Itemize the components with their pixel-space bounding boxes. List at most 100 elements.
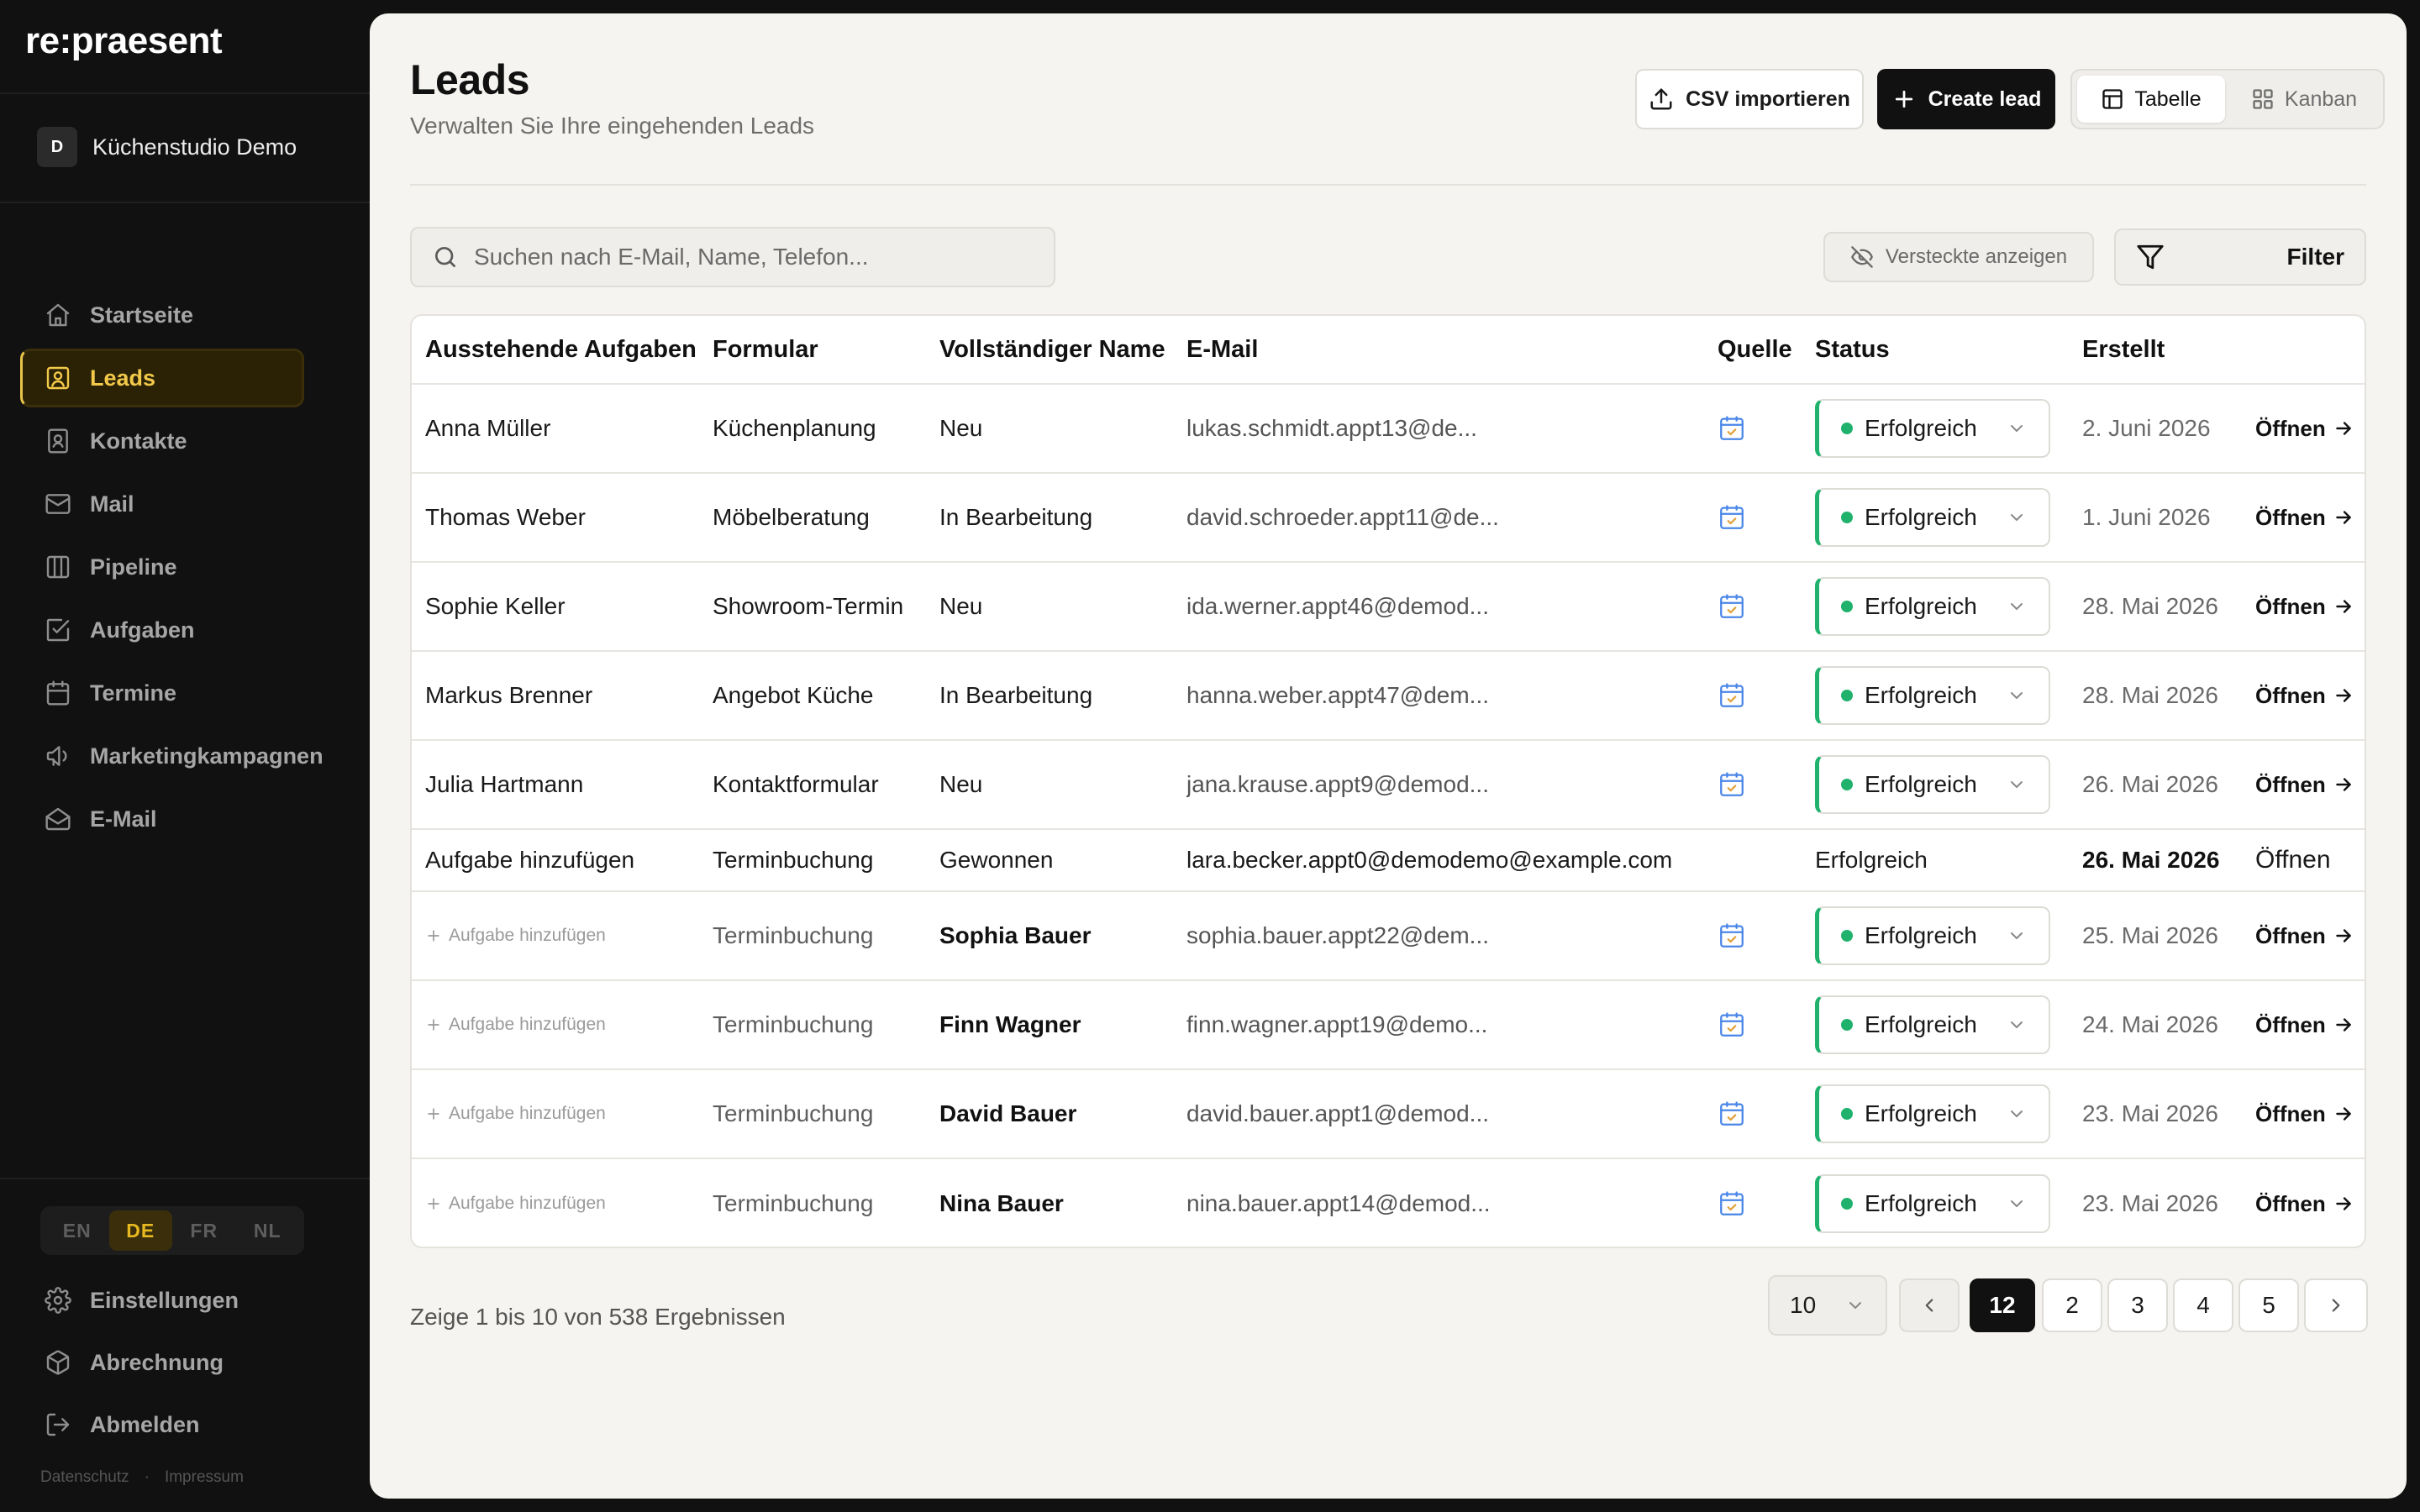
table-row[interactable]: Sophie Keller Showroom-Termin Neu ida.werne… <box>412 563 2365 652</box>
nav-item-leads[interactable]: Leads <box>20 349 304 407</box>
nav-item-startseite[interactable]: Startseite <box>20 286 304 344</box>
legal-links: Datenschutz · Impressum <box>40 1468 244 1487</box>
table-row[interactable]: Thomas Weber Möbelberatung In Bearbeitung d… <box>412 474 2365 563</box>
nav-item-marketingkampagnen[interactable]: Marketingkampagnen <box>20 727 324 785</box>
privacy-link[interactable]: Datenschutz <box>40 1468 129 1487</box>
open-link[interactable]: Öffnen <box>2255 1070 2365 1158</box>
source-cell <box>1718 1159 1802 1247</box>
page-button[interactable]: 5 <box>2238 1278 2299 1332</box>
status-select[interactable]: Erfolgreich <box>1815 995 2050 1054</box>
email-cell: hanna.weber.appt47@dem... <box>1186 682 1490 708</box>
open-link[interactable]: Öffnen <box>2255 474 2365 561</box>
calendar-check-icon <box>1720 1191 1744 1215</box>
plus-icon <box>428 1198 439 1210</box>
column-header[interactable]: Erstellt <box>2082 316 2259 383</box>
form-cell: Küchenplanung <box>713 415 876 441</box>
status-dot <box>1841 779 1853 790</box>
table-row[interactable]: Aufgabe hinzufügen Terminbuchung Finn Wagn… <box>412 981 2365 1070</box>
column-header[interactable]: E-Mail <box>1186 316 1716 383</box>
nav-item-aufgaben[interactable]: Aufgaben <box>20 601 304 659</box>
next-page-button[interactable] <box>2304 1278 2368 1332</box>
lang-option-nl[interactable]: NL <box>236 1210 300 1251</box>
imprint-link[interactable]: Impressum <box>165 1468 244 1487</box>
view-table-button[interactable]: Tabelle <box>2077 76 2225 123</box>
table-row[interactable]: Julia Hartmann Kontaktformular Neu jana.kra… <box>412 741 2365 830</box>
table-row[interactable]: Aufgabe hinzufügen Terminbuchung Sophia Ba… <box>412 892 2365 981</box>
add-task-cell: Aufgabe hinzufügen <box>425 981 711 1068</box>
open-link[interactable]: Öffnen <box>2255 741 2365 828</box>
filter-button[interactable]: Filter <box>2114 228 2366 286</box>
open-link[interactable]: Öffnen <box>2255 892 2365 979</box>
form-cell: Terminbuchung <box>713 1011 874 1037</box>
task-cell[interactable]: Aufgabe hinzufügen <box>425 830 711 890</box>
create-lead-button[interactable]: Create lead <box>1877 69 2055 129</box>
workspace-switcher[interactable]: D Küchenstudio Demo <box>37 124 297 170</box>
nav-item-billing[interactable]: Abrechnung <box>20 1332 304 1393</box>
per-page-select[interactable]: 10 <box>1768 1275 1887 1336</box>
status-select[interactable]: Erfolgreich <box>1815 1084 2050 1143</box>
nav-item-logout[interactable]: Abmelden <box>20 1394 304 1455</box>
nav-item-termine[interactable]: Termine <box>20 664 304 722</box>
open-link[interactable]: Öffnen <box>2255 830 2365 890</box>
table-row[interactable]: Markus Brenner Angebot Küche In Bearbeitun… <box>412 652 2365 741</box>
csv-import-button[interactable]: CSV importieren <box>1635 69 1864 129</box>
lang-option-en[interactable]: EN <box>45 1210 109 1251</box>
nav-label: Einstellungen <box>90 1287 239 1313</box>
page-button[interactable]: 4 <box>2173 1278 2233 1332</box>
column-header[interactable]: Formular <box>713 316 936 383</box>
nav-item-pipeline[interactable]: Pipeline <box>20 538 304 596</box>
column-header[interactable]: Quelle <box>1718 316 1802 383</box>
add-task-button[interactable]: Aufgabe hinzufügen <box>425 1104 606 1124</box>
status-select[interactable]: Erfolgreich <box>1815 399 2050 458</box>
lang-option-de[interactable]: DE <box>108 1210 172 1251</box>
name-cell: Neu <box>939 415 983 441</box>
open-link[interactable]: Öffnen <box>2255 981 2365 1068</box>
column-header[interactable]: Status <box>1815 316 2075 383</box>
column-header[interactable]: Ausstehende Aufgaben <box>425 316 711 383</box>
task-cell: Thomas Weber <box>425 504 586 530</box>
status-dot <box>1841 1019 1853 1031</box>
page-button[interactable]: 2 <box>2042 1278 2102 1332</box>
open-link[interactable]: Öffnen <box>2255 563 2365 650</box>
legal-separator: · <box>144 1468 150 1486</box>
calendar-check-icon <box>1720 594 1744 618</box>
show-hidden-button[interactable]: Versteckte anzeigen <box>1823 232 2094 282</box>
gear-icon <box>45 1287 71 1314</box>
view-kanban-button[interactable]: Kanban <box>2230 76 2378 123</box>
table-row[interactable]: Aufgabe hinzufügen Terminbuchung Nina Baue… <box>412 1159 2365 1247</box>
open-link[interactable]: Öffnen <box>2255 1159 2365 1247</box>
lang-option-fr[interactable]: FR <box>172 1210 236 1251</box>
prev-page-button[interactable] <box>1899 1278 1960 1332</box>
open-link[interactable]: Öffnen <box>2255 385 2365 472</box>
table-row[interactable]: Anna Müller Küchenplanung Neu lukas.schmidt… <box>412 385 2365 474</box>
column-header[interactable]: Vollständiger Name <box>939 316 1183 383</box>
source-cell <box>1718 385 1802 472</box>
status-cell: Erfolgreich <box>1815 474 2075 561</box>
status-select[interactable]: Erfolgreich <box>1815 488 2050 547</box>
name-cell: Finn Wagner <box>939 1011 1081 1037</box>
calendar-check-icon <box>1720 505 1744 529</box>
status-select[interactable]: Erfolgreich <box>1815 577 2050 636</box>
nav-item-kontakte[interactable]: Kontakte <box>20 412 304 470</box>
nav-item-e-mail[interactable]: E-Mail <box>20 790 304 848</box>
status-select[interactable]: Erfolgreich <box>1815 1174 2050 1233</box>
search-input[interactable] <box>474 244 1028 270</box>
add-task-button[interactable]: Aufgabe hinzufügen <box>425 926 606 946</box>
table-row[interactable]: Aufgabe hinzufügen Terminbuchung Gewonne… <box>412 830 2365 892</box>
status-select[interactable]: Erfolgreich <box>1815 906 2050 965</box>
add-task-button[interactable]: Aufgabe hinzufügen <box>425 1194 606 1214</box>
status-cell: Erfolgreich <box>1815 652 2075 739</box>
columns-icon <box>46 555 70 579</box>
add-task-label: Aufgabe hinzufügen <box>449 1015 606 1034</box>
open-link[interactable]: Öffnen <box>2255 652 2365 739</box>
brand-logo[interactable]: re:praesent <box>25 20 223 62</box>
status-label: Erfolgreich <box>1865 682 1977 708</box>
table-row[interactable]: Aufgabe hinzufügen Terminbuchung David Bau… <box>412 1070 2365 1159</box>
nav-item-mail[interactable]: Mail <box>20 475 304 533</box>
add-task-button[interactable]: Aufgabe hinzufügen <box>425 1015 606 1035</box>
status-select[interactable]: Erfolgreich <box>1815 666 2050 725</box>
nav-item-settings[interactable]: Einstellungen <box>20 1270 304 1331</box>
page-button[interactable]: 12 <box>1970 1278 2035 1332</box>
page-button[interactable]: 3 <box>2107 1278 2168 1332</box>
status-select[interactable]: Erfolgreich <box>1815 755 2050 814</box>
